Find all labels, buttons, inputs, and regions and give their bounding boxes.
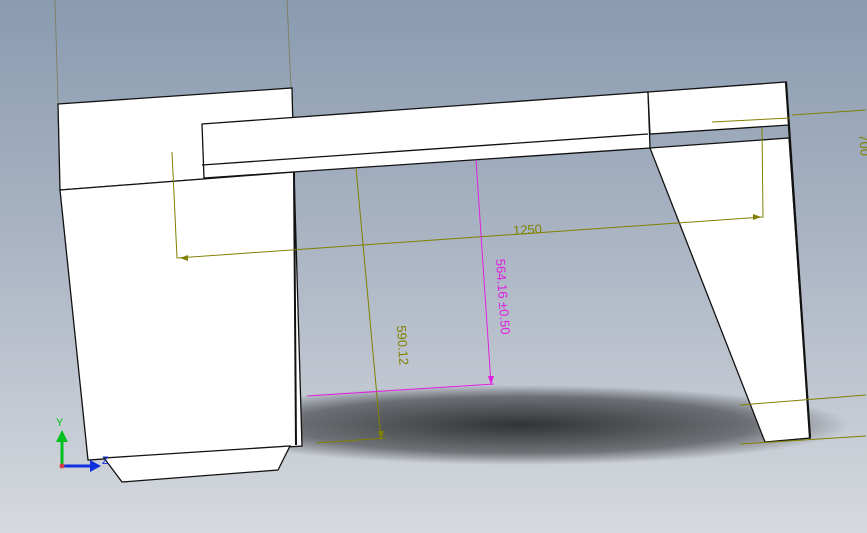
triad-origin [59, 463, 65, 469]
construction-lines [54, 0, 292, 105]
graphics-viewport[interactable]: 1250 590.12 564.16 ±0.50 700 Y Z [0, 0, 867, 533]
y-axis-label: Y [56, 417, 64, 429]
dimension-right-height-label[interactable]: 700 [856, 134, 867, 157]
dimension-length-label[interactable]: 1250 [513, 221, 543, 237]
z-axis-arrow [90, 460, 101, 472]
dimension-left-height-label[interactable]: 590.12 [394, 325, 412, 366]
z-axis-label: Z [102, 455, 109, 467]
right-leg[interactable] [647, 81, 812, 443]
right-leg-top-face[interactable] [647, 81, 790, 135]
y-axis-arrow [56, 430, 68, 442]
dimension-center-height-label[interactable]: 564.16 ±0.50 [493, 258, 513, 335]
left-pedestal-front-face[interactable] [59, 171, 303, 461]
